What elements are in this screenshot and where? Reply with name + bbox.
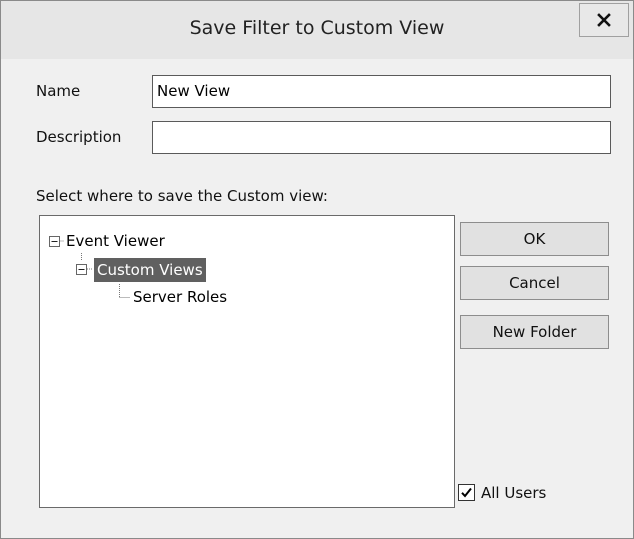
- description-label: Description: [36, 128, 122, 146]
- cancel-button[interactable]: Cancel: [460, 266, 609, 300]
- ok-button[interactable]: OK: [460, 222, 609, 256]
- folder-tree[interactable]: Event Viewer Custom Views Server Roles: [39, 215, 455, 508]
- description-field[interactable]: [152, 121, 611, 154]
- name-field[interactable]: New View: [152, 75, 611, 108]
- all-users-checkbox[interactable]: [458, 484, 475, 501]
- save-location-prompt: Select where to save the Custom view:: [36, 187, 328, 205]
- tree-node-server-roles[interactable]: Server Roles: [133, 288, 227, 306]
- dialog-title: Save Filter to Custom View: [189, 17, 445, 39]
- close-icon: [597, 13, 611, 27]
- title-bar[interactable]: Save Filter to Custom View: [1, 1, 633, 59]
- collapse-toggle-icon[interactable]: [49, 236, 60, 247]
- dialog-body: Name New View Description Select where t…: [8, 59, 626, 531]
- new-folder-button[interactable]: New Folder: [460, 315, 609, 349]
- save-filter-dialog: Save Filter to Custom View Name New View…: [0, 0, 634, 539]
- all-users-label[interactable]: All Users: [481, 484, 546, 502]
- name-label: Name: [36, 82, 81, 100]
- tree-node-custom-views[interactable]: Custom Views: [94, 258, 206, 282]
- checkmark-icon: [461, 487, 472, 498]
- close-button[interactable]: [579, 3, 629, 37]
- tree-node-event-viewer[interactable]: Event Viewer: [66, 232, 165, 250]
- collapse-toggle-icon[interactable]: [76, 264, 87, 275]
